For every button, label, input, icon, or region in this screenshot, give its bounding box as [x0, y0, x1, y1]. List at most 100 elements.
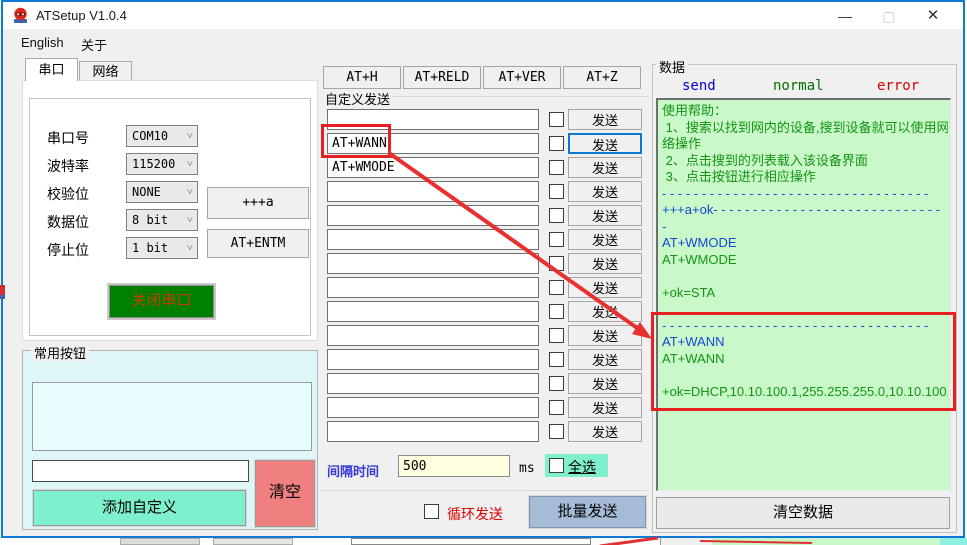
- at-entm-button[interactable]: AT+ENTM: [207, 229, 309, 258]
- log-line: +ok=STA: [662, 285, 948, 302]
- parity-select[interactable]: NONE ˅: [126, 181, 198, 203]
- custom-send-input[interactable]: [327, 349, 539, 370]
- send-button[interactable]: 发送: [568, 397, 642, 418]
- plus-a-button[interactable]: +++a: [207, 187, 309, 219]
- app-logo-icon: [12, 7, 29, 24]
- background-window-fragment: [0, 285, 5, 299]
- send-row-checkbox[interactable]: [549, 112, 564, 127]
- send-button[interactable]: 发送: [568, 253, 642, 274]
- send-button[interactable]: 发送: [568, 373, 642, 394]
- at-reld-button[interactable]: AT+RELD: [403, 66, 481, 89]
- legend-error: error: [877, 78, 919, 94]
- close-serial-button[interactable]: 关闭串口: [107, 283, 216, 320]
- custom-send-input[interactable]: [327, 253, 539, 274]
- send-row-checkbox[interactable]: [549, 424, 564, 439]
- stopbits-value: 1 bit: [132, 241, 168, 255]
- send-row-checkbox[interactable]: [549, 232, 564, 247]
- send-row-checkbox[interactable]: [549, 184, 564, 199]
- menu-bar: English 关于: [3, 29, 963, 55]
- tab-network[interactable]: 网络: [79, 61, 132, 81]
- port-label: 串口号: [47, 128, 89, 148]
- custom-send-input[interactable]: [327, 421, 539, 442]
- log-line: AT+WMODE: [662, 235, 948, 252]
- send-row-checkbox[interactable]: [549, 256, 564, 271]
- send-button[interactable]: 发送: [568, 133, 642, 154]
- custom-send-input[interactable]: [327, 373, 539, 394]
- send-button[interactable]: 发送: [568, 349, 642, 370]
- send-row-checkbox[interactable]: [549, 160, 564, 175]
- menu-item-about[interactable]: 关于: [75, 33, 113, 56]
- send-button[interactable]: 发送: [568, 109, 642, 130]
- send-button[interactable]: 发送: [568, 205, 642, 226]
- send-button[interactable]: 发送: [568, 325, 642, 346]
- databits-label: 数据位: [47, 212, 89, 232]
- batch-send-button[interactable]: 批量发送: [529, 496, 646, 528]
- at-h-button[interactable]: AT+H: [323, 66, 401, 89]
- custom-send-title: 自定义发送: [323, 89, 392, 108]
- title-bar: ATSetup V1.0.4 — ▢ ✕: [3, 2, 963, 29]
- close-button[interactable]: ✕: [911, 4, 955, 28]
- send-row-checkbox[interactable]: [549, 208, 564, 223]
- select-all-checkbox[interactable]: [549, 458, 564, 473]
- tab-serial[interactable]: 串口: [25, 58, 78, 81]
- custom-send-input[interactable]: [327, 397, 539, 418]
- background-panel-fragment: [660, 538, 712, 545]
- new-custom-command-input[interactable]: [32, 460, 249, 482]
- send-button[interactable]: 发送: [568, 229, 642, 250]
- send-row-checkbox[interactable]: [549, 400, 564, 415]
- custom-send-input[interactable]: [327, 157, 539, 178]
- log-line: 1、搜索以找到网内的设备,搜到设备就可以使用网: [662, 120, 948, 137]
- background-log-fragment: [712, 538, 940, 545]
- chevron-down-icon: ˅: [187, 126, 193, 146]
- clear-common-button[interactable]: 清空: [255, 460, 315, 527]
- custom-send-input[interactable]: [327, 301, 539, 322]
- interval-input[interactable]: [398, 455, 510, 477]
- custom-send-input[interactable]: [327, 229, 539, 250]
- maximize-button[interactable]: ▢: [867, 4, 911, 28]
- common-buttons-list[interactable]: [32, 382, 312, 451]
- background-panel-fragment: [940, 538, 967, 545]
- log-line: [662, 268, 948, 285]
- legend-send: send: [682, 78, 716, 94]
- data-group: 数据 send normal error 使用帮助： 1、搜索以找到网内的设备,…: [652, 64, 957, 533]
- send-row-checkbox[interactable]: [549, 280, 564, 295]
- custom-send-input[interactable]: [327, 277, 539, 298]
- at-ver-button[interactable]: AT+VER: [483, 66, 561, 89]
- log-line: +++a+ok- - - - - - - - - - - - - - - - -…: [662, 202, 948, 219]
- send-button[interactable]: 发送: [568, 421, 642, 442]
- loop-send-label: 循环发送: [447, 504, 503, 524]
- stopbits-select[interactable]: 1 bit ˅: [126, 237, 198, 259]
- minimize-button[interactable]: —: [823, 4, 867, 28]
- loop-send-checkbox[interactable]: [424, 504, 439, 519]
- background-button-fragment: [213, 538, 293, 545]
- databits-select[interactable]: 8 bit ˅: [126, 209, 198, 231]
- port-select[interactable]: COM10 ˅: [126, 125, 198, 147]
- log-line: AT+WMODE: [662, 252, 948, 269]
- menu-item-english[interactable]: English: [15, 33, 70, 52]
- baud-value: 115200: [132, 157, 175, 171]
- serial-settings-group: 串口号 COM10 ˅ 波特率 115200 ˅ 校验位 NONE ˅: [29, 98, 311, 336]
- common-buttons-title: 常用按钮: [31, 343, 89, 362]
- send-row-checkbox[interactable]: [549, 352, 564, 367]
- add-custom-button[interactable]: 添加自定义: [33, 490, 246, 526]
- send-row-checkbox[interactable]: [549, 376, 564, 391]
- at-z-button[interactable]: AT+Z: [563, 66, 641, 89]
- interval-label: 间隔时间: [327, 461, 379, 480]
- custom-send-input[interactable]: [327, 181, 539, 202]
- send-button[interactable]: 发送: [568, 277, 642, 298]
- send-row-checkbox[interactable]: [549, 136, 564, 151]
- parity-label: 校验位: [47, 184, 89, 204]
- send-button[interactable]: 发送: [568, 301, 642, 322]
- background-input-fragment: [351, 538, 591, 545]
- send-button[interactable]: 发送: [568, 157, 642, 178]
- data-log-area[interactable]: 使用帮助： 1、搜索以找到网内的设备,搜到设备就可以使用网络操作 2、点击搜到的…: [656, 98, 951, 491]
- baud-select[interactable]: 115200 ˅: [126, 153, 198, 175]
- send-button[interactable]: 发送: [568, 181, 642, 202]
- send-row-checkbox[interactable]: [549, 304, 564, 319]
- send-row-checkbox[interactable]: [549, 328, 564, 343]
- clear-data-button[interactable]: 清空数据: [656, 497, 950, 529]
- log-line: -: [662, 219, 948, 236]
- screenshot-root: ATSetup V1.0.4 — ▢ ✕ English 关于 串口 网络 串口…: [0, 0, 967, 545]
- custom-send-input[interactable]: [327, 325, 539, 346]
- custom-send-input[interactable]: [327, 205, 539, 226]
